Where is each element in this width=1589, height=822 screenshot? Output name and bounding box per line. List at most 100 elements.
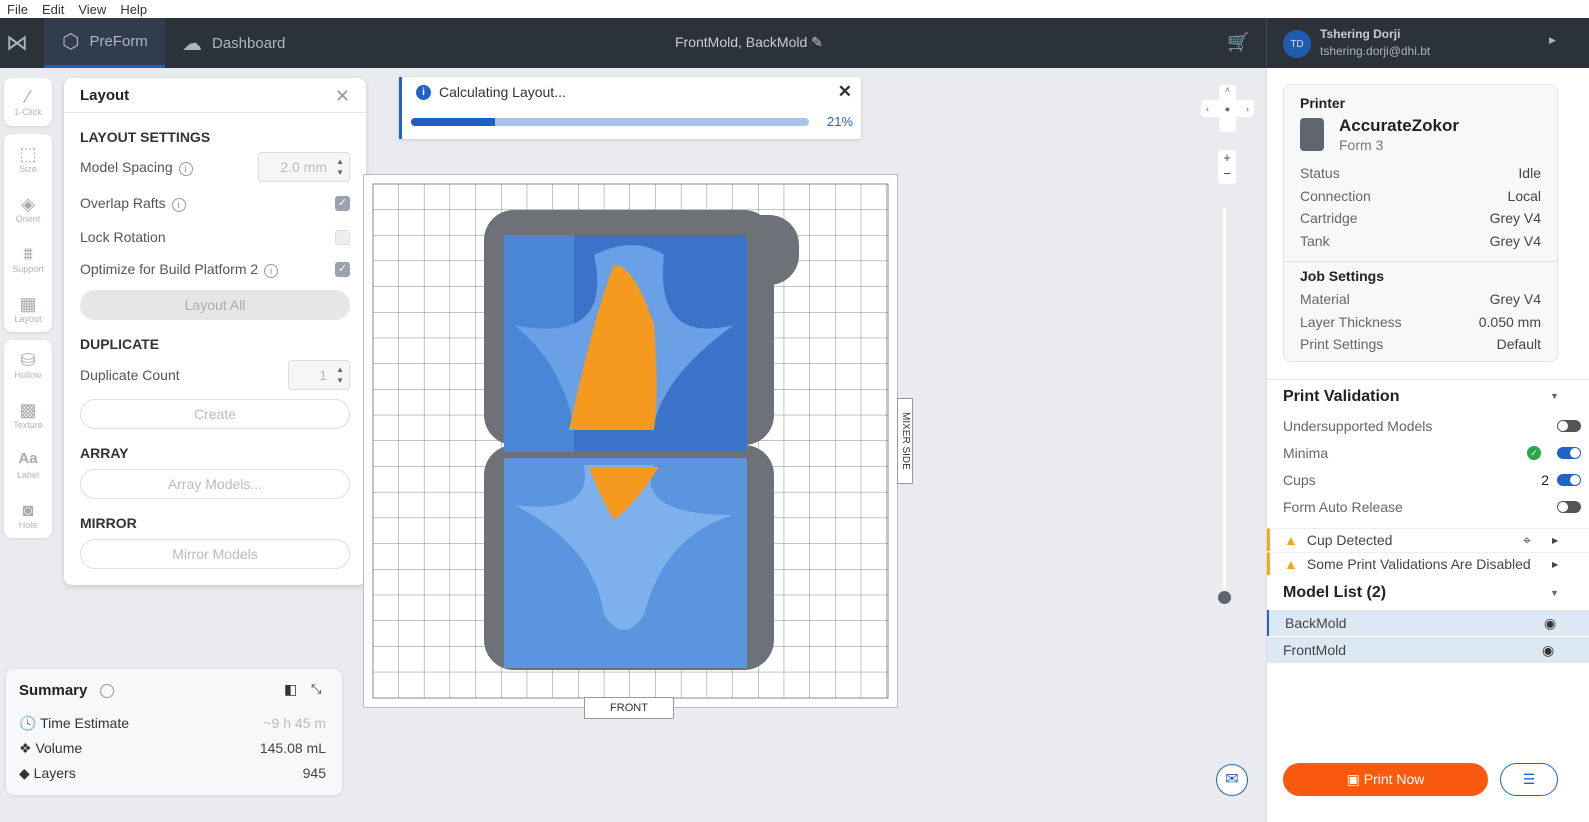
eye-icon[interactable]: ◉ (1542, 637, 1554, 663)
info-icon[interactable] (100, 684, 114, 698)
eye-icon[interactable]: ◉ (1544, 610, 1556, 636)
mirror-models-button[interactable]: Mirror Models (80, 539, 350, 569)
model-spacing-label: Model Spacing (80, 158, 173, 175)
user-email: tshering.dorji@dhi.bt (1320, 44, 1431, 58)
info-icon[interactable]: i (264, 264, 279, 278)
toolbar-group-3: ⛁ Hollow ▩ Texture Aa Label ◙ Hole (4, 340, 52, 538)
view-navigation-pad[interactable]: ˄ ‹ ● › (1201, 85, 1254, 132)
plate-grid (372, 183, 889, 699)
validation-warning[interactable]: ▲ Cup Detected ⌖ ▶ (1267, 528, 1589, 551)
orient-icon: ◈ (21, 194, 35, 214)
progress-toast: i Calculating Layout... ✕ 21% (399, 77, 861, 139)
user-name: Tshering Dorji (1320, 27, 1401, 41)
zoom-out-button[interactable]: − (1218, 166, 1236, 182)
job-title[interactable]: FrontMold, BackMold ✎ (675, 34, 823, 51)
validation-row: Undersupported Models (1283, 418, 1581, 434)
duplicate-count-stepper[interactable]: 1 ▲ ▼ (288, 360, 350, 390)
time-estimate-value: ~9 h 45 m (263, 715, 326, 731)
menu-edit[interactable]: Edit (35, 2, 71, 17)
tool-layout[interactable]: ▦ Layout (4, 284, 52, 334)
magic-wand-icon: ⁄ (26, 87, 30, 107)
tool-size[interactable]: ⬚ Size (4, 134, 52, 184)
duplicate-count-label: Duplicate Count (80, 367, 180, 383)
right-sidebar: Printer AccurateZokor Form 3 Job Setting… (1266, 68, 1589, 822)
pencil-icon[interactable]: ✎ (811, 34, 823, 50)
zoom-in-button[interactable]: + (1218, 150, 1236, 166)
menu-view[interactable]: View (71, 2, 113, 17)
chevron-right-icon[interactable]: ▶ (1552, 560, 1558, 569)
pan-right-icon[interactable]: › (1246, 104, 1249, 114)
pan-left-icon[interactable]: ‹ (1206, 104, 1209, 114)
printer-status-row: Connection Local (1300, 187, 1541, 204)
list-icon: ☰ (1522, 771, 1536, 787)
section-array: ARRAY (80, 445, 129, 461)
validation-row: Minima ✓ (1283, 445, 1581, 461)
validation-toggle[interactable] (1557, 474, 1581, 486)
chevron-right-icon[interactable]: ▶ (1552, 536, 1558, 545)
eye-icon[interactable]: ● (1225, 104, 1230, 114)
hollow-icon: ⛁ (20, 350, 36, 370)
tool-support[interactable]: ⩩ Support (4, 234, 52, 284)
tab-dashboard[interactable]: ☁ Dashboard (182, 18, 285, 68)
print-validation-header[interactable]: Print Validation (1283, 388, 1399, 406)
info-icon[interactable]: i (171, 198, 186, 212)
menu-file[interactable]: File (0, 2, 35, 17)
caret-down-icon[interactable]: ▼ (1550, 588, 1559, 598)
layout-icon: ▦ (19, 294, 37, 314)
close-icon[interactable]: ✕ (335, 86, 350, 107)
collapse-icon[interactable]: ⤡ (311, 681, 321, 697)
avatar: TD (1283, 30, 1311, 58)
layout-panel: Layout ✕ LAYOUT SETTINGS Model Spacing i … (64, 78, 366, 585)
overlap-rafts-checkbox[interactable]: ✓ (335, 196, 350, 211)
model-list-item[interactable]: BackMold ◉ (1267, 610, 1589, 636)
tool-hollow[interactable]: ⛁ Hollow (4, 340, 52, 390)
info-circle-icon: i (416, 85, 431, 100)
queue-button[interactable]: ☰ (1500, 763, 1558, 796)
printer-card[interactable]: Printer AccurateZokor Form 3 Job Setting… (1283, 84, 1558, 362)
tool-hole[interactable]: ◙ Hole (4, 490, 52, 540)
layer-slider[interactable] (1223, 208, 1226, 596)
hole-icon: ◙ (22, 500, 34, 520)
validation-warning[interactable]: ▲ Some Print Validations Are Disabled ▶ (1267, 552, 1589, 575)
support-icon: ⩩ (23, 244, 33, 264)
validation-toggle[interactable] (1557, 420, 1581, 432)
locate-icon[interactable]: ⌖ (1523, 532, 1531, 549)
menu-bar: File Edit View Help (0, 0, 1589, 18)
validation-toggle[interactable] (1557, 501, 1581, 513)
model-list-item[interactable]: FrontMold ◉ (1267, 637, 1589, 663)
tool-texture[interactable]: ▩ Texture (4, 390, 52, 440)
model-list-header[interactable]: Model List (2) (1283, 584, 1386, 602)
tab-preform[interactable]: ⬡ PreForm (44, 18, 165, 68)
print-now-button[interactable]: ▣ Print Now (1283, 763, 1488, 796)
panel-toggle-icon[interactable]: ◧ (284, 681, 297, 698)
box-icon: ⬡ (62, 31, 80, 53)
info-icon[interactable]: i (178, 161, 193, 176)
layout-all-button[interactable]: Layout All (80, 290, 350, 320)
close-icon[interactable]: ✕ (838, 82, 852, 102)
volume-value: 145.08 mL (259, 740, 326, 756)
model-spacing-stepper[interactable]: 2.0 mm ▲ ▼ (258, 152, 350, 182)
section-layout-settings: LAYOUT SETTINGS (80, 129, 211, 145)
feedback-button[interactable]: ✉ (1216, 764, 1248, 796)
create-button[interactable]: Create (80, 399, 350, 429)
menu-help[interactable]: Help (113, 2, 154, 17)
optimize-checkbox[interactable]: ✓ (335, 262, 350, 277)
tool-orient[interactable]: ◈ Orient (4, 184, 52, 234)
cart-icon[interactable]: 🛒 (1227, 32, 1249, 53)
caret-down-icon[interactable]: ▼ (1550, 391, 1559, 401)
job-setting-row: Print Settings Default (1300, 336, 1541, 352)
overlap-rafts-label: Overlap Rafts (80, 195, 166, 211)
printer-name: AccurateZokor (1339, 116, 1459, 135)
user-account[interactable]: TD Tshering Dorji tshering.dorji@dhi.bt … (1266, 18, 1589, 68)
front-label: FRONT (584, 697, 674, 719)
layer-slider-handle[interactable] (1218, 591, 1231, 604)
tool-label[interactable]: Aa Label (4, 440, 52, 490)
check-circle-icon: ✓ (1527, 446, 1541, 460)
array-models-button[interactable]: Array Models... (80, 469, 350, 499)
lock-rotation-checkbox[interactable] (335, 229, 350, 245)
section-mirror: MIRROR (80, 515, 137, 531)
tool-1-click[interactable]: ⁄ 1-Click (4, 78, 52, 126)
chevron-right-icon[interactable]: ▶ (1549, 35, 1556, 46)
validation-toggle[interactable] (1557, 447, 1581, 459)
mixer-side-label: MIXER SIDE (897, 398, 913, 484)
